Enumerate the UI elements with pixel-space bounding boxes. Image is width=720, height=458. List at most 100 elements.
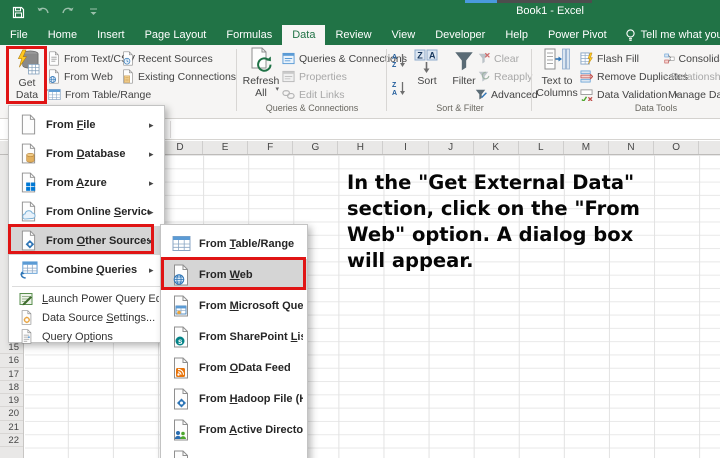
from-web-ribbon-button[interactable]: From Web — [48, 68, 113, 85]
column-header[interactable]: I — [383, 141, 428, 154]
odata-icon — [172, 357, 190, 379]
row-header[interactable]: 21 — [0, 421, 23, 434]
menu-item-combine-queries[interactable]: Combine Queries — [9, 255, 164, 284]
edit-links-button[interactable]: Edit Links — [282, 86, 345, 103]
submenu-arrow-icon — [149, 148, 159, 160]
customize-qat-icon[interactable] — [85, 4, 101, 20]
sort-button[interactable]: Z A Sort — [410, 48, 444, 87]
manage-data-model-button[interactable]: Manage Data Model — [664, 86, 720, 103]
consolidate-icon — [664, 52, 675, 65]
filter-button[interactable]: Filter — [447, 48, 481, 87]
submenu-arrow-icon — [149, 264, 159, 276]
column-header[interactable]: N — [609, 141, 654, 154]
tab-data[interactable]: Data — [282, 25, 325, 45]
tab-home[interactable]: Home — [38, 25, 87, 45]
svg-text:Z: Z — [392, 82, 397, 89]
from-table-range-button[interactable]: From Table/Range — [48, 86, 151, 103]
recent-sources-button[interactable]: Recent Sources — [122, 50, 213, 67]
reapply-filter-button[interactable]: Reapply — [477, 68, 533, 85]
row-header[interactable]: 20 — [0, 407, 23, 420]
column-header[interactable]: M — [564, 141, 609, 154]
menu-item-query-options[interactable]: Query Options — [9, 327, 164, 346]
existing-connections-button[interactable]: Existing Connections — [122, 68, 236, 85]
row-header[interactable]: 22 — [0, 434, 23, 447]
row-header[interactable]: 17 — [0, 368, 23, 381]
row-header[interactable]: 19 — [0, 394, 23, 407]
flash-fill-icon — [580, 52, 593, 65]
relationships-button[interactable]: Relationships — [664, 68, 720, 85]
submenu-item-partial[interactable] — [161, 445, 307, 458]
column-header[interactable]: G — [293, 141, 338, 154]
submenu-item-from-sharepoint-list[interactable]: s From SharePoint List — [161, 321, 307, 352]
submenu-item-from-web[interactable]: From Web — [161, 259, 307, 290]
menu-item-from-azure[interactable]: From Azure — [9, 168, 164, 197]
redo-icon[interactable] — [60, 4, 76, 20]
text-to-columns-button[interactable]: Text to Columns — [536, 47, 578, 99]
advanced-filter-button[interactable]: Advanced — [474, 86, 538, 103]
row-header[interactable]: 16 — [0, 354, 23, 367]
column-header[interactable]: H — [338, 141, 383, 154]
svg-text:A: A — [429, 51, 436, 61]
svg-text:A: A — [392, 90, 397, 96]
combine-queries-icon — [19, 260, 38, 279]
menu-item-from-online-services[interactable]: From Online Services — [9, 197, 164, 226]
tab-developer[interactable]: Developer — [425, 25, 495, 45]
tab-power-pivot[interactable]: Power Pivot — [538, 25, 617, 45]
column-header[interactable]: J — [429, 141, 474, 154]
submenu-item-from-active-directory[interactable]: From Active Directory — [161, 414, 307, 445]
submenu-arrow-icon — [149, 206, 159, 218]
file-icon — [20, 114, 37, 135]
clear-filter-button[interactable]: Clear — [477, 50, 519, 67]
tab-file[interactable]: File — [0, 25, 38, 45]
sort-za-button[interactable]: ZA — [392, 79, 407, 96]
ribbon-tab-bar: File Home Insert Page Layout Formulas Da… — [0, 25, 720, 45]
row-header[interactable]: 18 — [0, 381, 23, 394]
tell-me-box[interactable]: Tell me what you want to do — [617, 25, 720, 45]
submenu-arrow-icon — [149, 177, 159, 189]
svg-text:A: A — [392, 54, 397, 61]
column-header[interactable]: O — [654, 141, 699, 154]
tab-view[interactable]: View — [382, 25, 426, 45]
refresh-all-button[interactable]: Refresh All ▾ — [241, 47, 281, 99]
tab-insert[interactable]: Insert — [87, 25, 135, 45]
get-data-button[interactable]: Get Data ▾ — [8, 47, 46, 101]
menu-separator — [12, 286, 161, 287]
save-icon[interactable] — [10, 4, 26, 20]
sort-az-button[interactable]: AZ — [392, 51, 407, 68]
sort-icon: Z A — [414, 48, 440, 74]
consolidate-button[interactable]: Consolidate — [664, 50, 720, 67]
window-title: Book1 - Excel — [470, 5, 630, 17]
submenu-item-from-table-range[interactable]: From Table/Range — [161, 228, 307, 259]
column-header[interactable]: K — [474, 141, 519, 154]
remove-duplicates-icon — [580, 70, 593, 83]
get-data-icon — [15, 47, 40, 76]
existing-connections-icon — [122, 69, 134, 84]
data-validation-icon — [580, 88, 593, 101]
menu-item-data-source-settings[interactable]: Data Source Settings... — [9, 308, 164, 327]
column-header[interactable]: L — [519, 141, 564, 154]
column-header[interactable]: F — [248, 141, 293, 154]
menu-item-from-file[interactable]: From File — [9, 110, 164, 139]
queries-connections-button[interactable]: Queries & Connections — [282, 50, 407, 67]
azure-icon — [20, 172, 37, 193]
submenu-item-from-odata-feed[interactable]: From OData Feed — [161, 352, 307, 383]
tab-review[interactable]: Review — [325, 25, 381, 45]
group-divider — [386, 49, 387, 111]
tab-formulas[interactable]: Formulas — [216, 25, 282, 45]
refresh-all-icon — [249, 47, 273, 74]
submenu-item-from-microsoft-query[interactable]: From Microsoft Query — [161, 290, 307, 321]
active-directory-icon — [172, 419, 190, 441]
tab-help[interactable]: Help — [495, 25, 538, 45]
flash-fill-button[interactable]: Flash Fill — [580, 50, 639, 67]
submenu-arrow-icon — [149, 119, 159, 131]
tab-page-layout[interactable]: Page Layout — [135, 25, 217, 45]
submenu-item-from-hadoop-file[interactable]: From Hadoop File (HDFS) — [161, 383, 307, 414]
menu-item-from-database[interactable]: From Database — [9, 139, 164, 168]
column-header[interactable]: E — [203, 141, 248, 154]
menu-item-from-other-sources[interactable]: From Other Sources — [9, 226, 164, 255]
row-headers: 15 16 17 18 19 20 21 22 — [0, 341, 23, 447]
undo-icon[interactable] — [35, 4, 51, 20]
table-icon — [48, 88, 61, 101]
menu-item-launch-power-query-editor[interactable]: Launch Power Query Editor... — [9, 289, 164, 308]
properties-button[interactable]: Properties — [282, 68, 347, 85]
